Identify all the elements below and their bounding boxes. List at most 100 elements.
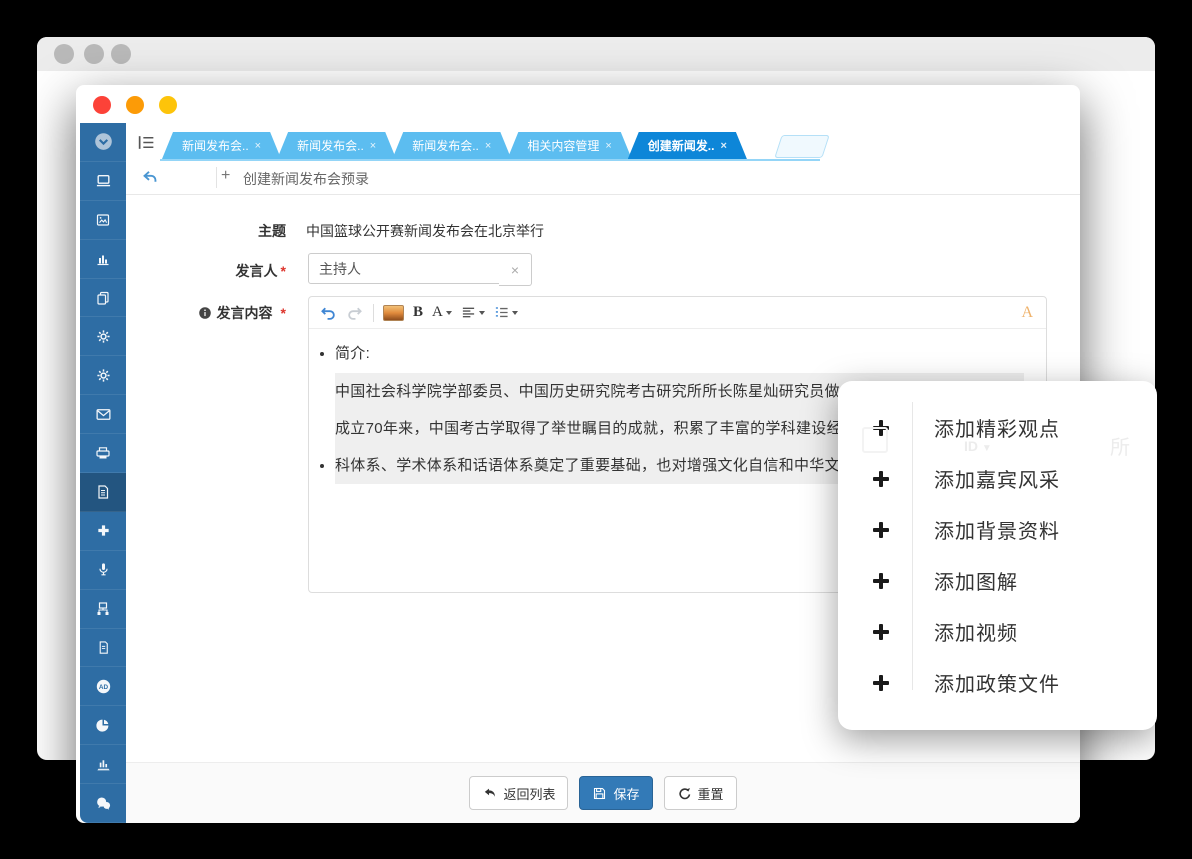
ordered-list-icon	[494, 305, 509, 320]
minimize-window-button[interactable]	[126, 96, 144, 114]
tab-related-content[interactable]: 相关内容管理×	[507, 132, 631, 159]
required-mark: *	[281, 263, 286, 279]
close-icon[interactable]: ×	[370, 140, 376, 152]
speaker-input[interactable]	[308, 253, 520, 284]
menu-item-add-policy[interactable]: 添加政策文件	[838, 657, 1157, 708]
save-label: 保存	[613, 784, 639, 803]
stats-icon	[96, 757, 111, 772]
zoom-window-button[interactable]	[159, 96, 177, 114]
reset-icon	[677, 786, 692, 801]
close-icon[interactable]: ×	[605, 140, 611, 152]
reset-label: 重置	[698, 784, 724, 803]
microphone-icon	[96, 562, 111, 577]
close-icon[interactable]: ×	[255, 140, 261, 152]
sidebar-item-files[interactable]	[80, 629, 126, 668]
plus-icon	[871, 622, 891, 642]
sidebar-item-reports[interactable]	[80, 706, 126, 745]
plus-icon	[871, 673, 891, 693]
news-image-icon	[95, 212, 111, 228]
menu-item-add-background[interactable]: 添加背景资料	[838, 504, 1157, 555]
sidebar-item-ads[interactable]: AD	[80, 667, 126, 706]
inbox-icon	[95, 445, 111, 461]
menu-item-label: 添加嘉宾风采	[934, 464, 1060, 493]
menu-item-add-video[interactable]: 添加视频	[838, 606, 1157, 657]
window-dot	[111, 44, 131, 64]
add-content-popup: ID ▼ 所 添加精彩观点 添加嘉宾风采 添加背景资料 添加图解 添加视频 添加…	[838, 381, 1157, 730]
tabs: 新闻发布会..× 新闻发布会..× 新闻发布会..× 相关内容管理× 创建新闻发…	[162, 128, 743, 159]
form-footer: 返回列表 保存 重置	[126, 762, 1080, 823]
tab-news-2[interactable]: 新闻发布会..×	[277, 132, 396, 159]
redo-icon[interactable]	[346, 304, 364, 322]
sidebar-nav: AD	[80, 123, 126, 823]
chevron-down-icon	[512, 311, 518, 315]
tab-list-icon[interactable]	[137, 133, 156, 152]
speaker-label: 发言人*	[136, 261, 286, 281]
laptop-icon	[95, 172, 112, 189]
sidebar-item-news[interactable]	[80, 201, 126, 240]
close-icon[interactable]: ×	[720, 140, 726, 152]
content-label: 发言内容*	[136, 303, 286, 323]
tab-label: 新闻发布会..	[182, 137, 249, 154]
reset-button[interactable]: 重置	[664, 776, 737, 810]
sidebar-item-health[interactable]	[80, 512, 126, 551]
tab-strip: 新闻发布会..× 新闻发布会..× 新闻发布会..× 相关内容管理× 创建新闻发…	[126, 123, 1080, 162]
sidebar-item-inbox[interactable]	[80, 434, 126, 473]
menu-item-label: 添加图解	[934, 566, 1018, 595]
bold-button[interactable]: B	[413, 304, 423, 321]
wechat-icon	[95, 795, 112, 812]
sidebar-item-mail[interactable]	[80, 395, 126, 434]
align-button[interactable]	[461, 305, 485, 320]
sidebar-item-documents-active[interactable]	[80, 473, 126, 512]
menu-item-label: 添加政策文件	[934, 668, 1060, 697]
ghost-suo-label: 所	[1110, 431, 1130, 460]
align-left-icon	[461, 305, 476, 320]
insert-image-icon[interactable]	[383, 305, 404, 321]
back-arrow-icon[interactable]	[140, 168, 159, 187]
sidebar-item-network[interactable]	[80, 590, 126, 629]
file-text-icon	[95, 484, 111, 500]
chevron-down-icon	[446, 311, 452, 315]
bar-chart-icon	[95, 251, 111, 267]
menu-item-add-diagram[interactable]: 添加图解	[838, 555, 1157, 606]
undo-icon[interactable]	[319, 304, 337, 322]
sidebar-item-settings[interactable]	[80, 317, 126, 356]
font-color-button[interactable]: A	[432, 304, 452, 321]
background-window-titlebar	[37, 37, 1155, 71]
ordered-list-button[interactable]	[494, 305, 518, 320]
editor-brand-icon: A	[1021, 304, 1033, 322]
tab-news-3[interactable]: 新闻发布会..×	[392, 132, 511, 159]
divider	[216, 167, 217, 188]
toolbar-divider	[373, 304, 374, 322]
plus-icon	[871, 571, 891, 591]
sidebar-item-wechat[interactable]	[80, 784, 126, 823]
chevron-down-icon	[479, 311, 485, 315]
sidebar-item-copy[interactable]	[80, 279, 126, 318]
plus-icon	[871, 469, 891, 489]
close-window-button[interactable]	[93, 96, 111, 114]
sidebar-item-statistics[interactable]	[80, 745, 126, 784]
window-dot	[84, 44, 104, 64]
menu-item-label: 添加背景资料	[934, 515, 1060, 544]
ad-badge-icon: AD	[95, 678, 112, 695]
sitemap-icon	[95, 601, 111, 617]
sidebar-item-analytics[interactable]	[80, 240, 126, 279]
sidebar-item-audio[interactable]	[80, 551, 126, 590]
sidebar-item-config[interactable]	[80, 356, 126, 395]
plus-icon: +	[221, 167, 230, 185]
tab-label: 创建新闻发..	[648, 137, 715, 154]
menu-item-add-guest[interactable]: 添加嘉宾风采	[838, 453, 1157, 504]
tab-stub	[774, 135, 829, 158]
save-button[interactable]: 保存	[579, 776, 652, 810]
file-icon	[96, 640, 111, 655]
tab-news-1[interactable]: 新闻发布会.. ×	[162, 132, 281, 159]
popup-divider	[912, 402, 913, 690]
sidebar-item-workspace[interactable]	[80, 162, 126, 201]
tab-create-news-active[interactable]: 创建新闻发.. ×	[628, 132, 747, 159]
clear-x-icon: ×	[511, 262, 519, 278]
back-to-list-button[interactable]: 返回列表	[469, 776, 568, 810]
clear-input-button[interactable]: ×	[499, 253, 532, 286]
sidebar-item-collapse[interactable]	[80, 123, 126, 162]
window-dot	[54, 44, 74, 64]
close-icon[interactable]: ×	[485, 140, 491, 152]
breadcrumb-bar: + 创建新闻发布会预录	[126, 161, 1080, 195]
